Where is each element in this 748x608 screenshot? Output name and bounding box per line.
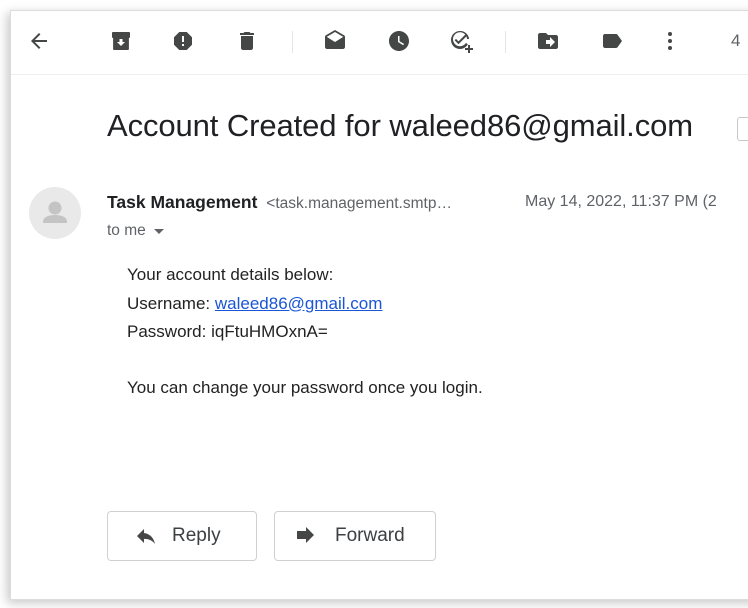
add-to-tasks-icon[interactable] — [447, 27, 475, 55]
toolbar-divider — [292, 31, 293, 53]
toolbar-divider — [505, 31, 506, 53]
avatar[interactable] — [29, 187, 81, 239]
password-label: Password: — [127, 322, 207, 341]
password-line: Password: iqFtuHMOxnA= — [127, 318, 483, 347]
forward-button[interactable]: Forward — [274, 511, 436, 561]
username-line: Username: waleed86@gmail.com — [127, 290, 483, 319]
label-icon[interactable] — [598, 27, 626, 55]
password-value: iqFtuHMOxnA= — [211, 322, 328, 341]
body-line: You can change your password once you lo… — [127, 377, 483, 397]
page-count: 4 — [731, 31, 741, 50]
more-options-icon[interactable] — [656, 27, 684, 55]
sender-email: <task.management.smtp… — [266, 195, 452, 212]
report-spam-icon[interactable] — [169, 27, 197, 55]
recipient-label: to me — [107, 222, 146, 239]
email-body: Your account details below: Username: wa… — [127, 261, 483, 402]
delete-icon[interactable] — [233, 27, 261, 55]
move-to-icon[interactable] — [534, 27, 562, 55]
email-date: May 14, 2022, 11:37 PM (2 — [525, 193, 717, 210]
forward-icon — [297, 527, 314, 543]
snooze-icon[interactable] — [385, 27, 413, 55]
username-link[interactable]: waleed86@gmail.com — [215, 294, 383, 313]
mark-unread-icon[interactable] — [321, 27, 349, 55]
body-line: Your account details below: — [127, 265, 334, 284]
reply-icon — [137, 529, 155, 544]
archive-icon[interactable] — [107, 27, 135, 55]
sender: Task Management <task.management.smtp… — [107, 192, 452, 213]
back-arrow-icon[interactable] — [25, 27, 53, 55]
label-chip[interactable] — [737, 117, 748, 141]
email-view: 4 Account Created for waleed86@gmail.com… — [10, 10, 748, 600]
forward-label: Forward — [335, 525, 405, 546]
username-label: Username: — [127, 293, 211, 313]
chevron-down-icon — [153, 228, 164, 234]
reply-label: Reply — [172, 525, 221, 546]
recipient-details[interactable]: to me — [107, 222, 164, 240]
email-subject: Account Created for waleed86@gmail.com — [107, 108, 693, 143]
toolbar: 4 — [11, 11, 748, 73]
sender-name[interactable]: Task Management — [107, 192, 257, 212]
toolbar-divider-line — [11, 74, 748, 75]
reply-button[interactable]: Reply — [107, 511, 257, 561]
person-icon — [43, 201, 67, 223]
